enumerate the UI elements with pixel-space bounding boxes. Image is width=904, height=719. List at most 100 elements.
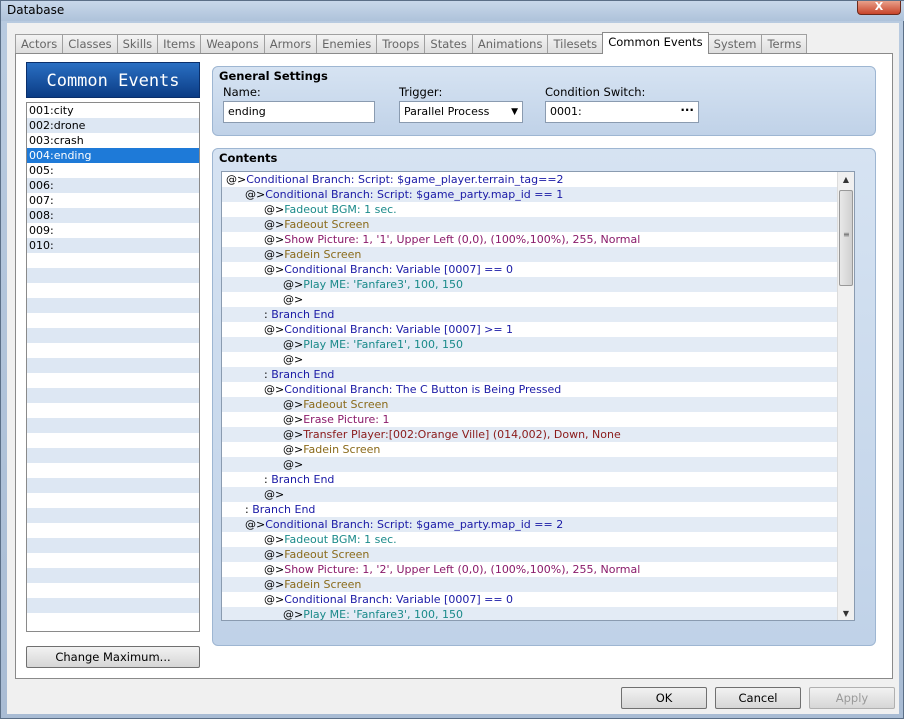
list-item[interactable] (27, 508, 199, 523)
tab-items[interactable]: Items (157, 34, 202, 54)
scroll-down-arrow-icon[interactable]: ▼ (838, 606, 854, 620)
tab-tilesets[interactable]: Tilesets (547, 34, 604, 54)
list-item[interactable] (27, 583, 199, 598)
event-command-list[interactable]: @>Conditional Branch: Script: $game_play… (221, 171, 855, 621)
tab-system[interactable]: System (707, 34, 763, 54)
change-maximum-button[interactable]: Change Maximum... (26, 646, 200, 668)
list-item[interactable] (27, 373, 199, 388)
command-line[interactable]: @>Show Picture: 1, '1', Upper Left (0,0)… (222, 232, 854, 247)
command-line[interactable]: @>Fadeout Screen (222, 547, 854, 562)
command-line[interactable]: : Branch End (222, 472, 854, 487)
command-line[interactable]: : Branch End (222, 307, 854, 322)
list-item[interactable]: 007: (27, 193, 199, 208)
list-item[interactable] (27, 358, 199, 373)
scroll-up-arrow-icon[interactable]: ▲ (838, 172, 854, 188)
apply-button[interactable]: Apply (809, 687, 895, 709)
list-item[interactable]: 005: (27, 163, 199, 178)
scroll-thumb[interactable]: ≡ (839, 190, 853, 286)
command-text: Fadein Screen (284, 248, 362, 261)
command-line[interactable]: : Branch End (222, 367, 854, 382)
command-line[interactable]: @> (222, 292, 854, 307)
tab-troops[interactable]: Troops (376, 34, 426, 54)
list-item[interactable] (27, 493, 199, 508)
list-item[interactable] (27, 523, 199, 538)
event-list[interactable]: 001:city 002:drone 003:crash 004:ending 005:… (26, 102, 200, 632)
list-item[interactable] (27, 478, 199, 493)
list-item[interactable] (27, 403, 199, 418)
tab-enemies[interactable]: Enemies (316, 34, 378, 54)
list-item[interactable]: 001:city (27, 103, 199, 118)
list-item[interactable] (27, 538, 199, 553)
command-line[interactable]: @>Conditional Branch: Script: $game_part… (222, 517, 854, 532)
command-line[interactable]: @>Play ME: 'Fanfare3', 100, 150 (222, 607, 854, 620)
contents-group: Contents @>Conditional Branch: Script: $… (212, 148, 876, 646)
list-item[interactable] (27, 553, 199, 568)
command-line[interactable]: @> (222, 457, 854, 472)
trigger-select[interactable]: Parallel Process ▼ (399, 101, 523, 123)
command-line[interactable]: @>Fadein Screen (222, 577, 854, 592)
command-marker: @> (226, 173, 247, 186)
cancel-button[interactable]: Cancel (715, 687, 801, 709)
list-item[interactable] (27, 388, 199, 403)
list-item[interactable] (27, 343, 199, 358)
list-item[interactable] (27, 298, 199, 313)
list-item[interactable] (27, 598, 199, 613)
command-line[interactable]: @>Play ME: 'Fanfare3', 100, 150 (222, 277, 854, 292)
command-line[interactable]: @> (222, 352, 854, 367)
list-item[interactable]: 002:drone (27, 118, 199, 133)
list-item[interactable] (27, 283, 199, 298)
name-input[interactable]: ending (223, 101, 375, 123)
tab-weapons[interactable]: Weapons (200, 34, 265, 54)
command-line[interactable]: @>Conditional Branch: Variable [0007] >=… (222, 322, 854, 337)
command-marker: @> (264, 203, 285, 216)
command-text: Transfer Player:[002:Orange Ville] (014,… (303, 428, 621, 441)
condition-switch-field[interactable]: 0001: ··· (545, 101, 699, 123)
command-line[interactable]: @>Erase Picture: 1 (222, 412, 854, 427)
list-item[interactable]: 009: (27, 223, 199, 238)
list-item[interactable]: 006: (27, 178, 199, 193)
command-line[interactable]: @>Fadeout BGM: 1 sec. (222, 202, 854, 217)
command-line[interactable]: @>Conditional Branch: Variable [0007] ==… (222, 592, 854, 607)
list-item[interactable]: 010: (27, 238, 199, 253)
title-bar[interactable]: Database X (1, 1, 904, 21)
tab-common-events[interactable]: Common Events (602, 32, 709, 54)
command-marker: @> (264, 248, 285, 261)
command-line[interactable]: @>Conditional Branch: Variable [0007] ==… (222, 262, 854, 277)
close-button[interactable]: X (857, 1, 901, 15)
list-item[interactable] (27, 268, 199, 283)
command-line[interactable]: @>Transfer Player:[002:Orange Ville] (01… (222, 427, 854, 442)
ok-button[interactable]: OK (621, 687, 707, 709)
list-item[interactable] (27, 568, 199, 583)
command-line[interactable]: @>Fadein Screen (222, 442, 854, 457)
list-item[interactable] (27, 613, 199, 628)
list-item[interactable] (27, 433, 199, 448)
list-item[interactable] (27, 313, 199, 328)
tab-actors[interactable]: Actors (15, 34, 64, 54)
command-line[interactable]: @>Conditional Branch: The C Button is Be… (222, 382, 854, 397)
list-item[interactable]: 008: (27, 208, 199, 223)
list-item[interactable]: 004:ending (27, 148, 199, 163)
tab-armors[interactable]: Armors (263, 34, 318, 54)
command-line[interactable]: @>Conditional Branch: Script: $game_part… (222, 187, 854, 202)
list-item[interactable] (27, 328, 199, 343)
command-line[interactable]: @>Fadeout Screen (222, 217, 854, 232)
tab-states[interactable]: States (424, 34, 473, 54)
command-line[interactable]: : Branch End (222, 502, 854, 517)
list-item[interactable] (27, 418, 199, 433)
command-line[interactable]: @>Conditional Branch: Script: $game_play… (222, 172, 854, 187)
tab-classes[interactable]: Classes (62, 34, 118, 54)
command-line[interactable]: @>Show Picture: 1, '2', Upper Left (0,0)… (222, 562, 854, 577)
command-line[interactable]: @>Fadein Screen (222, 247, 854, 262)
list-item[interactable] (27, 463, 199, 478)
list-item[interactable]: 003:crash (27, 133, 199, 148)
list-item[interactable] (27, 253, 199, 268)
command-line[interactable]: @>Play ME: 'Fanfare1', 100, 150 (222, 337, 854, 352)
tab-skills[interactable]: Skills (116, 34, 159, 54)
tab-terms[interactable]: Terms (761, 34, 808, 54)
command-line[interactable]: @> (222, 487, 854, 502)
tab-animations[interactable]: Animations (471, 34, 549, 54)
vertical-scrollbar[interactable]: ▲ ≡ ▼ (837, 172, 854, 620)
command-line[interactable]: @>Fadeout BGM: 1 sec. (222, 532, 854, 547)
command-line[interactable]: @>Fadeout Screen (222, 397, 854, 412)
list-item[interactable] (27, 448, 199, 463)
